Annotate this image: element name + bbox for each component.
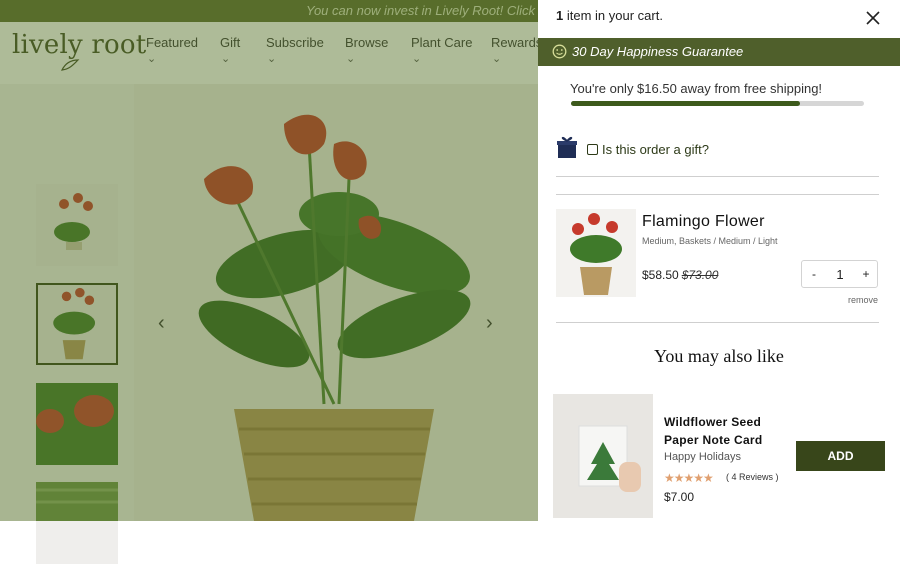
cart-item-compare-price: $73.00 xyxy=(681,268,719,282)
page-overlay[interactable] xyxy=(0,0,538,521)
cart-count-text: 1 item in your cart. xyxy=(556,8,663,23)
cart-item-title[interactable]: Flamingo Flower xyxy=(642,213,765,231)
free-shipping-progress-fill xyxy=(571,101,800,106)
quantity-decrease-button[interactable]: - xyxy=(808,267,820,281)
close-icon[interactable] xyxy=(863,8,883,28)
cart-drawer: 1 item in your cart. 30 Day Happiness Gu… xyxy=(538,0,900,521)
recommendation-title[interactable]: Wildflower Seed Paper Note Card xyxy=(664,413,774,449)
divider xyxy=(556,322,879,323)
add-to-cart-button[interactable]: ADD xyxy=(796,441,885,471)
free-shipping-message: You're only $16.50 away from free shippi… xyxy=(570,81,823,96)
upsell-heading: You may also like xyxy=(654,346,784,366)
gift-icon xyxy=(557,136,577,158)
note-card-image xyxy=(578,425,641,492)
quantity-stepper: - 1 + xyxy=(801,260,878,288)
recommendation-image[interactable] xyxy=(553,394,653,518)
cart-item-image[interactable] xyxy=(556,209,636,297)
guarantee-banner: 30 Day Happiness Guarantee xyxy=(538,38,900,66)
cart-count-suffix: item in your cart. xyxy=(566,8,663,23)
cart-count: 1 xyxy=(556,8,564,23)
gift-checkbox-label[interactable]: Is this order a gift? xyxy=(602,142,709,157)
quantity-increase-button[interactable]: + xyxy=(860,267,872,281)
remove-item-link[interactable]: remove xyxy=(848,295,878,305)
divider xyxy=(556,176,879,177)
recommendation-price: $7.00 xyxy=(664,490,695,504)
cart-item-price: $58.50 xyxy=(642,268,679,282)
cart-item-price-row: $58.50 $73.00 xyxy=(642,268,718,282)
free-shipping-progress xyxy=(571,101,864,106)
smile-icon xyxy=(552,44,567,59)
recommendation-variant: Happy Holidays xyxy=(664,451,742,463)
flamingo-flower-thumbnail xyxy=(570,213,622,295)
star-rating-icon: ★★★★★ xyxy=(664,471,714,485)
review-count-link[interactable]: ( 4 Reviews ) xyxy=(726,472,779,482)
guarantee-text: 30 Day Happiness Guarantee xyxy=(572,44,744,59)
quantity-value[interactable]: 1 xyxy=(832,267,848,282)
divider xyxy=(556,194,879,195)
cart-item-variant: Medium, Baskets / Medium / Light xyxy=(642,236,778,246)
gift-checkbox[interactable] xyxy=(587,144,598,155)
